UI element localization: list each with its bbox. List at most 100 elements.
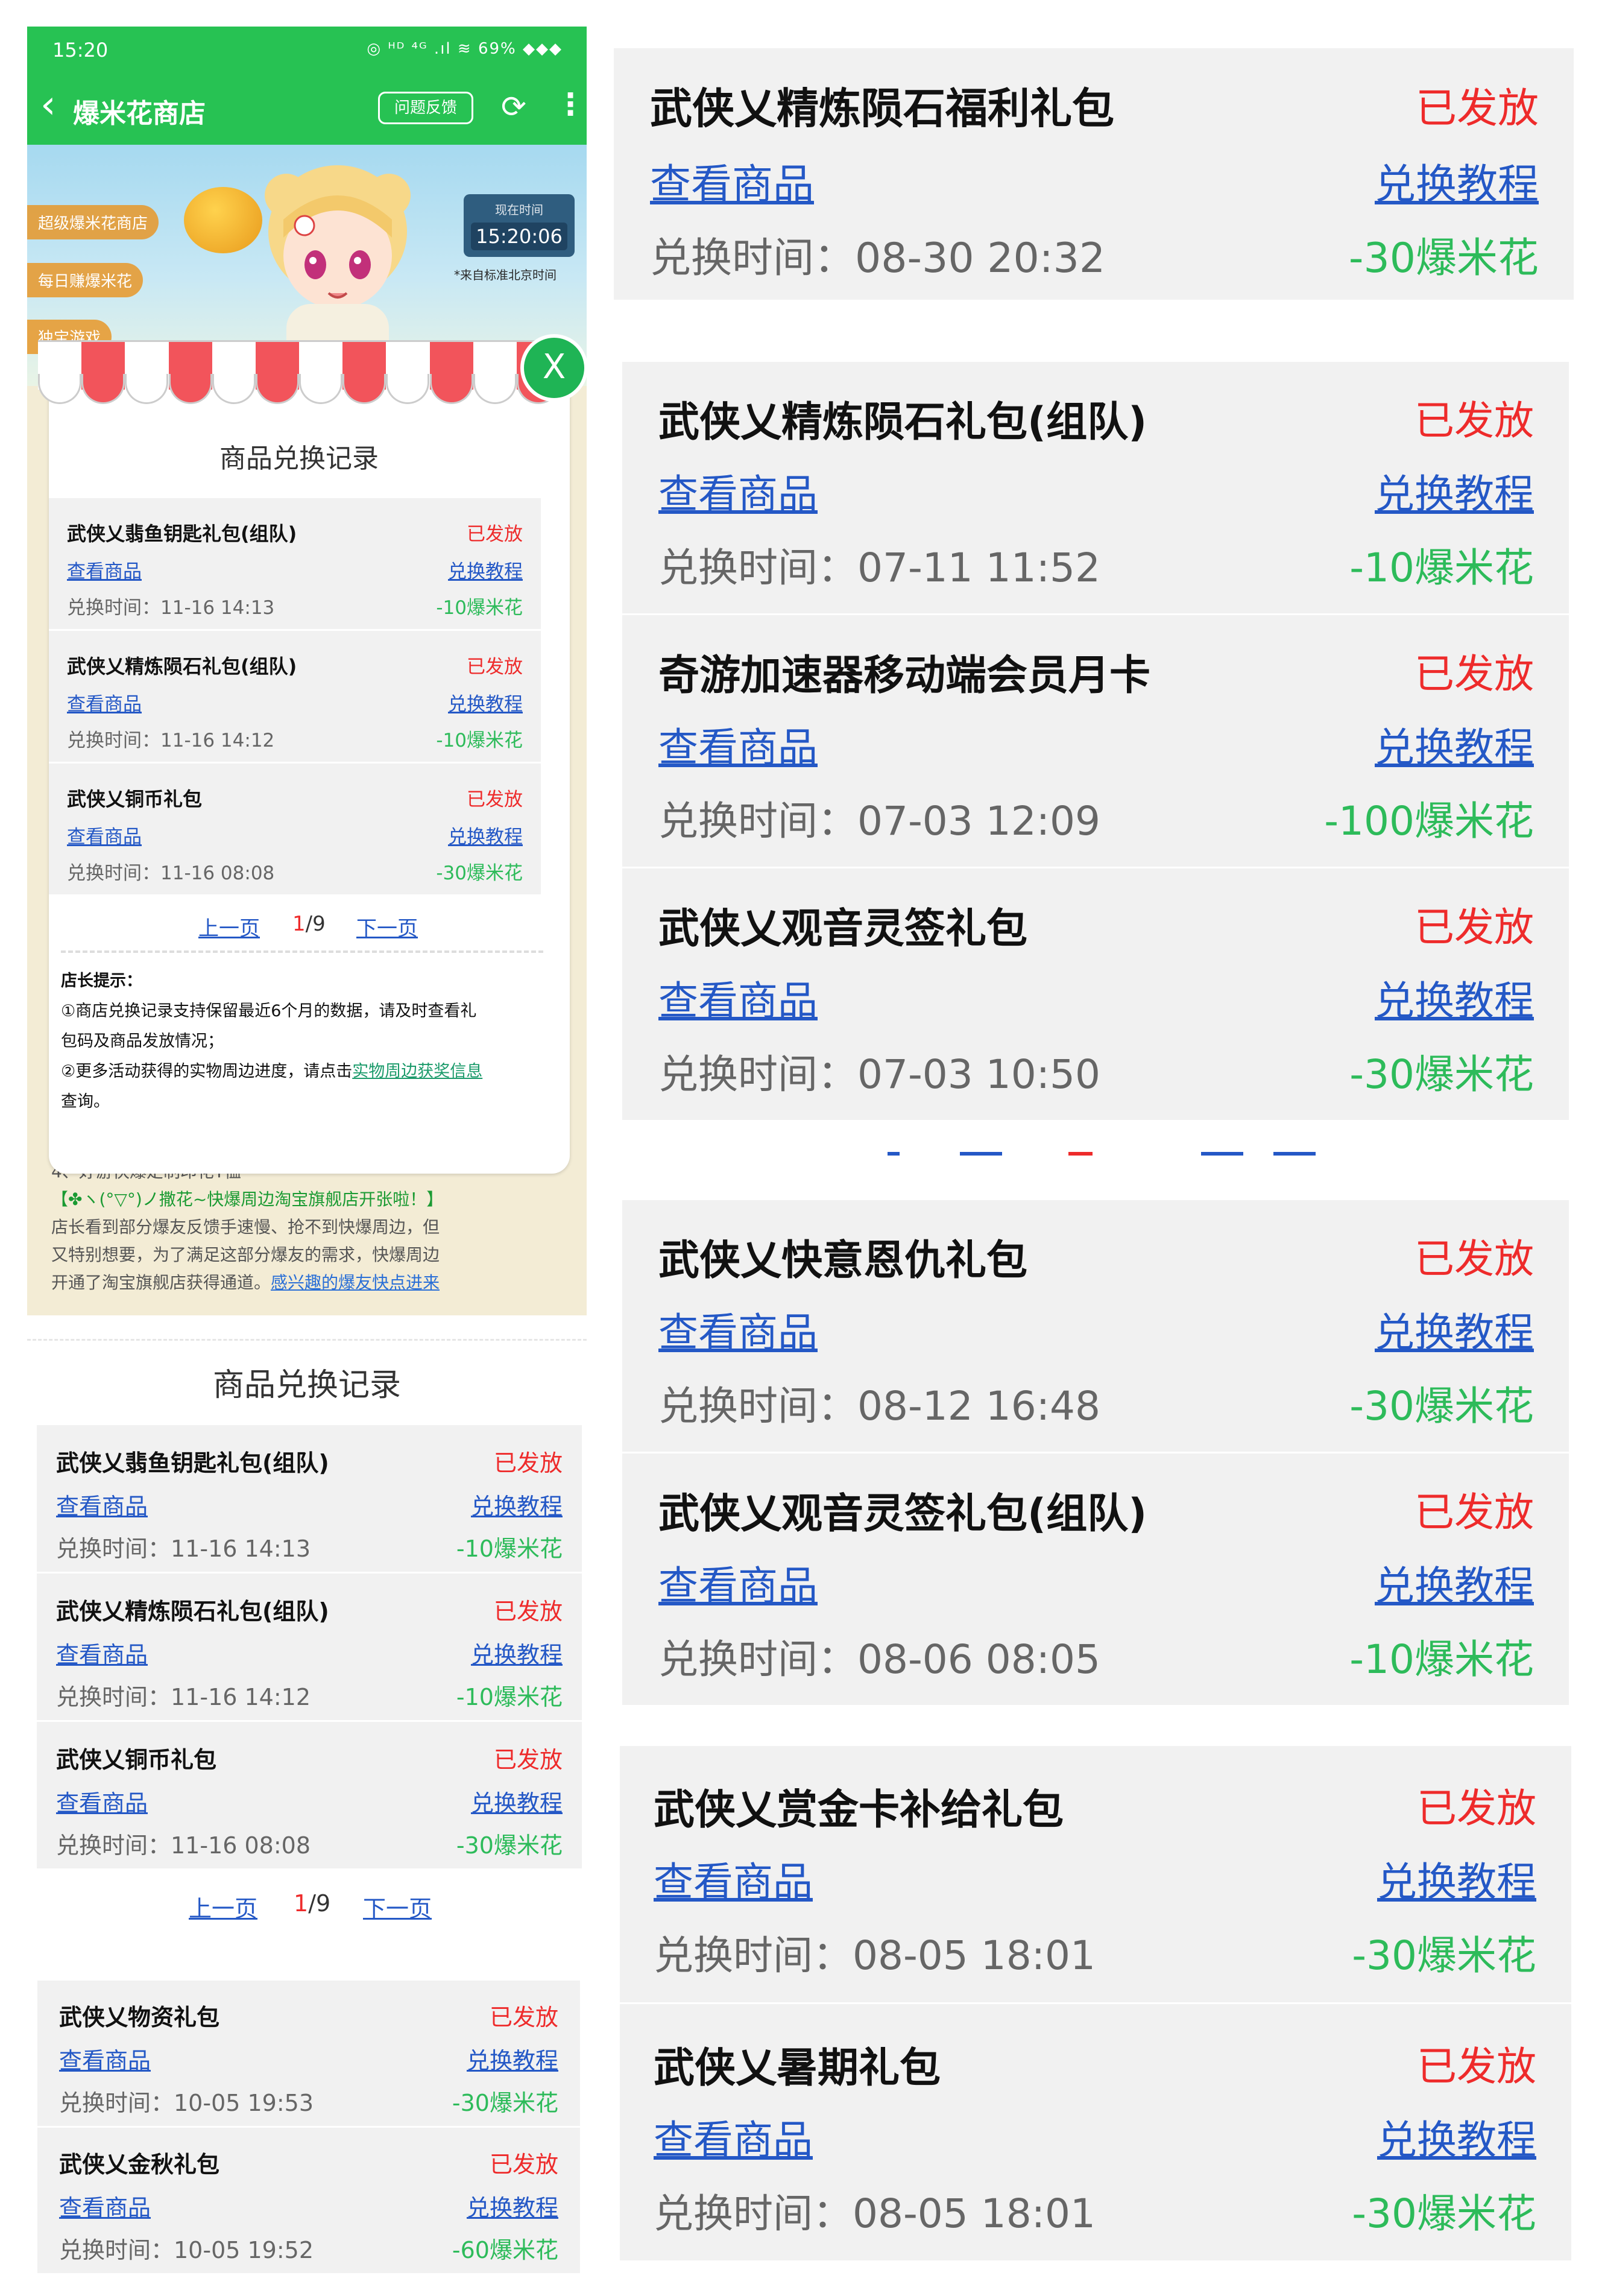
tutorial-link[interactable]: 兑换教程: [1375, 1554, 1534, 1611]
exchange-time: 兑换时间：08-05 18:01: [654, 1932, 1096, 1979]
view-item-link[interactable]: 查看商品: [56, 1488, 148, 1521]
status-label: 已发放: [493, 1747, 563, 1773]
super-shop-tag[interactable]: 超级爆米花商店: [27, 205, 159, 239]
view-item-link[interactable]: 查看商品: [658, 715, 818, 773]
status-label: 已发放: [489, 2004, 558, 2031]
tutorial-link[interactable]: 兑换教程: [1375, 715, 1534, 773]
refresh-icon[interactable]: ⟳: [501, 89, 526, 124]
tutorial-link[interactable]: 兑换教程: [471, 1785, 563, 1818]
awning-scallop: [125, 374, 169, 404]
record-row: 武侠乂精炼陨石礼包(组队) 已发放 查看商品 兑换教程 兑换时间：11-16 14:12…: [37, 1573, 582, 1722]
status-label: 已发放: [1417, 1785, 1536, 1832]
view-item-link[interactable]: 查看商品: [658, 969, 818, 1026]
next-page-link[interactable]: 下一页: [356, 912, 418, 941]
item-name: 武侠乂翡鱼钥匙礼包(组队): [56, 1450, 329, 1476]
status-label: 已发放: [1414, 1489, 1534, 1535]
awning-scallop: [255, 374, 299, 404]
record-row: 武侠乂观音灵签礼包(组队) 已发放 查看商品 兑换教程 兑换时间：08-06 08:05…: [622, 1453, 1569, 1707]
status-label: 已发放: [467, 523, 523, 545]
system-icons: ◎ ᴴᴰ ⁴ᴳ .ıl ≋ 69% ◆◆◆: [367, 40, 563, 58]
phone-screenshot: 15:20 ◎ ᴴᴰ ⁴ᴳ .ıl ≋ 69% ◆◆◆ ‹ 爆米花商店 问题反馈…: [27, 27, 587, 1315]
tutorial-link[interactable]: 兑换教程: [1375, 1300, 1534, 1358]
view-item-link[interactable]: 查看商品: [59, 2189, 151, 2222]
item-name: 武侠乂暑期礼包: [654, 2045, 941, 2092]
item-name: 武侠乂精炼陨石礼包(组队): [658, 399, 1147, 446]
tutorial-link[interactable]: 兑换教程: [1377, 1850, 1536, 1908]
tutorial-link[interactable]: 兑换教程: [467, 2189, 558, 2222]
exchange-time: 兑换时间：07-03 10:50: [658, 1051, 1100, 1098]
record-row: 武侠乂精炼陨石福利礼包 已发放 查看商品 兑换教程 兑换时间：08-30 20:32 -3…: [614, 48, 1574, 302]
popcorn-cost: -30爆米花: [1349, 1383, 1534, 1429]
record-row: 武侠乂观音灵签礼包 已发放 查看商品 兑换教程 兑换时间：07-03 10:50 -30爆…: [622, 868, 1569, 1122]
tutorial-link[interactable]: 兑换教程: [1375, 151, 1539, 210]
view-item-link[interactable]: 查看商品: [67, 821, 142, 849]
item-name: 武侠乂观音灵签礼包: [658, 905, 1028, 953]
popcorn-cost: -30爆米花: [1352, 2190, 1536, 2237]
item-name: 武侠乂精炼陨石福利礼包: [650, 84, 1114, 133]
back-arrow-icon[interactable]: ‹: [40, 86, 56, 124]
view-item-link[interactable]: 查看商品: [658, 1554, 818, 1611]
tutorial-link[interactable]: 兑换教程: [448, 556, 523, 583]
popcorn-cost: -30爆米花: [456, 1832, 563, 1859]
tutorial-link[interactable]: 兑换教程: [448, 689, 523, 716]
divider: [61, 950, 543, 953]
view-item-link[interactable]: 查看商品: [654, 1850, 813, 1908]
tip-line: 又特别想要，为了满足这部分爆友的需求，快爆周边: [51, 1245, 440, 1265]
pagination: 上一页 1/9 下一页: [27, 1890, 587, 1926]
tutorial-link[interactable]: 兑换教程: [1375, 462, 1534, 520]
view-item-link[interactable]: 查看商品: [658, 462, 818, 520]
item-name: 武侠乂翡鱼钥匙礼包(组队): [67, 522, 297, 545]
view-item-link[interactable]: 查看商品: [654, 2108, 813, 2166]
view-item-link[interactable]: 查看商品: [650, 151, 814, 210]
view-item-link[interactable]: 查看商品: [56, 1636, 148, 1669]
view-item-link[interactable]: 查看商品: [658, 1300, 818, 1358]
tip-line: 开通了淘宝旗舰店获得通道。感兴趣的爆友快点进来: [51, 1269, 570, 1297]
awning-scallop: [168, 374, 212, 404]
record-panel-older: 武侠乂物资礼包 已发放 查看商品 兑换教程 兑换时间：10-05 19:53 -30爆米花…: [37, 1972, 580, 2274]
item-name: 武侠乂铜币礼包: [67, 788, 203, 811]
awning-scallop: [299, 374, 343, 404]
popcorn-cost: -30爆米花: [436, 862, 523, 884]
exchange-time: 兑换时间：11-16 08:08: [67, 862, 275, 884]
view-item-link[interactable]: 查看商品: [56, 1785, 148, 1818]
status-label: 已发放: [493, 1450, 563, 1476]
record-panel-right-2: 武侠乂精炼陨石礼包(组队) 已发放 查看商品 兑换教程 兑换时间：07-11 11:52…: [622, 362, 1569, 1176]
more-menu-icon[interactable]: ⋮: [555, 87, 585, 122]
modal-close-button[interactable]: X: [520, 334, 587, 402]
record-row: 奇游加速器移动端会员月卡 已发放 查看商品 兑换教程 兑换时间：07-03 12:09 -…: [622, 615, 1569, 868]
total-pages: /9: [305, 912, 326, 936]
feedback-button[interactable]: 问题反馈: [378, 92, 473, 124]
tip-link[interactable]: 感兴趣的爆友快点进来: [271, 1273, 440, 1292]
prev-page-link[interactable]: 上一页: [198, 912, 260, 941]
notice-line: 查询。: [61, 1092, 110, 1111]
tutorial-link[interactable]: 兑换教程: [471, 1488, 563, 1521]
shop-tips-text: 4、好游快爆定制印花T恤 【✤ヽ(°▽°)ノ撒花~快爆周边淘宝旗舰店开张啦！】 …: [51, 1158, 570, 1297]
clock-note: *来自标准北京时间: [454, 268, 557, 282]
tutorial-link[interactable]: 兑换教程: [471, 1636, 563, 1669]
status-label: 已发放: [1414, 1236, 1534, 1282]
daily-earn-tag[interactable]: 每日赚爆米花: [27, 263, 144, 297]
view-item-link[interactable]: 查看商品: [67, 689, 142, 716]
prev-page-link[interactable]: 上一页: [189, 1890, 257, 1923]
next-page-link[interactable]: 下一页: [363, 1890, 432, 1923]
clock-value: 15:20:06: [471, 223, 567, 250]
status-time: 15:20: [52, 39, 109, 62]
item-name: 武侠乂精炼陨石礼包(组队): [67, 655, 297, 678]
view-item-link[interactable]: 查看商品: [67, 556, 142, 583]
tutorial-link[interactable]: 兑换教程: [1377, 2108, 1536, 2166]
tutorial-link[interactable]: 兑换教程: [467, 2042, 558, 2075]
tutorial-link[interactable]: 兑换教程: [1375, 969, 1534, 1026]
popcorn-cost: -10爆米花: [456, 1684, 563, 1710]
record-row: 武侠乂金秋礼包 已发放 查看商品 兑换教程 兑换时间：10-05 19:52 -60爆米花: [37, 2128, 580, 2274]
exchange-time: 兑换时间：10-05 19:52: [59, 2237, 314, 2263]
popcorn-cost: -30爆米花: [1349, 1051, 1534, 1098]
exchange-time: 兑换时间：08-06 08:05: [658, 1636, 1100, 1683]
awning-scallop: [429, 374, 473, 404]
view-item-link[interactable]: 查看商品: [59, 2042, 151, 2075]
physical-prize-link[interactable]: 实物周边获奖信息: [352, 1062, 482, 1081]
pagination: 上一页 1/9 下一页: [38, 907, 560, 943]
record-row: 武侠乂赏金卡补给礼包 已发放 查看商品 兑换教程 兑换时间：08-05 18:01 -30…: [620, 1746, 1571, 2004]
tutorial-link[interactable]: 兑换教程: [448, 821, 523, 849]
popcorn-cost: -10爆米花: [436, 597, 523, 619]
record-row: 武侠乂铜币礼包 已发放 查看商品 兑换教程 兑换时间：11-16 08:08 -30爆米花: [49, 764, 541, 896]
